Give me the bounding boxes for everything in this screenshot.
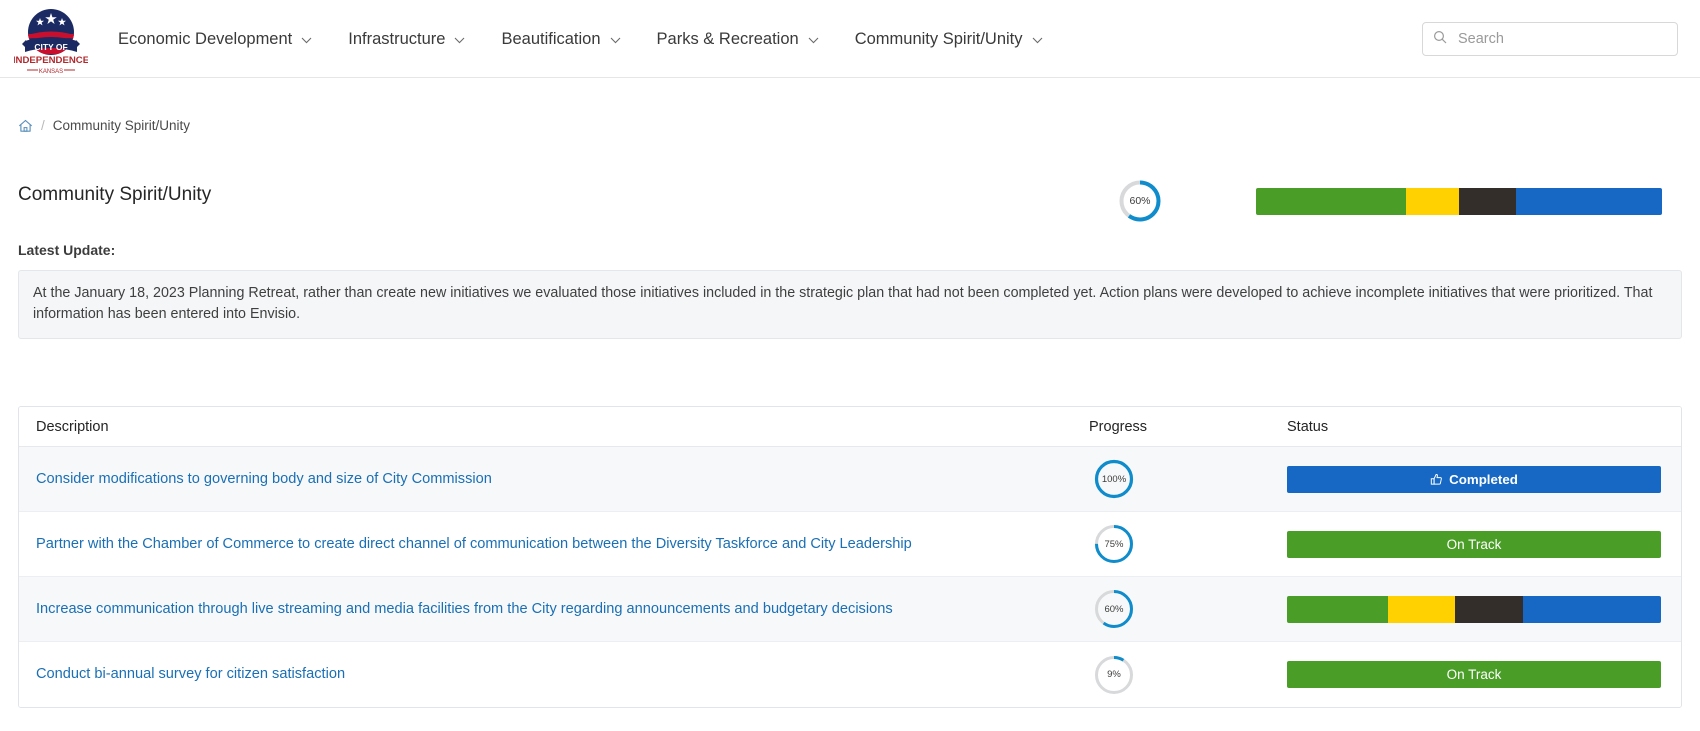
column-header-status: Status xyxy=(1287,418,1329,435)
table-row: Increase communication through live stre… xyxy=(19,577,1681,642)
search-icon xyxy=(1433,30,1447,49)
progress-value: 9% xyxy=(1107,669,1121,680)
table-row: Consider modifications to governing body… xyxy=(19,447,1681,512)
status-cell: On Track xyxy=(1279,530,1679,558)
breadcrumb: / Community Spirit/Unity xyxy=(18,118,190,133)
overall-status-bar xyxy=(1256,188,1662,215)
status-segment-off-track xyxy=(1455,595,1523,623)
breadcrumb-current: Community Spirit/Unity xyxy=(52,118,191,133)
logo-kansas-text: KANSAS xyxy=(39,69,63,75)
progress-donut: 75% xyxy=(1092,522,1136,566)
progress-cell: 75% xyxy=(1089,522,1279,566)
progress-donut: 100% xyxy=(1092,457,1136,501)
overall-progress-value: 60% xyxy=(1129,195,1151,207)
search-box[interactable] xyxy=(1422,22,1678,56)
home-icon[interactable] xyxy=(18,119,33,133)
column-header-progress: Progress xyxy=(1089,418,1148,435)
progress-value: 100% xyxy=(1101,473,1127,485)
city-logo[interactable]: CITY OF INDEPENDENCE KANSAS xyxy=(13,4,90,76)
status-bar[interactable]: Completed xyxy=(1287,465,1661,493)
city-seal-icon: CITY OF INDEPENDENCE KANSAS xyxy=(13,9,90,75)
status-label-text: On Track xyxy=(1446,667,1502,682)
initiatives-table: Description Progress Status Consider mod… xyxy=(18,406,1682,708)
overall-progress-donut: 60% xyxy=(1115,176,1165,226)
table-row: Conduct bi-annual survey for citizen sat… xyxy=(19,642,1681,707)
breadcrumb-separator: / xyxy=(41,118,45,133)
main-navigation: Economic Development Infrastructure Beau… xyxy=(118,0,1079,78)
status-segment-completed xyxy=(1515,188,1662,215)
status-cell: On Track xyxy=(1279,661,1679,688)
nav-label: Economic Development xyxy=(118,29,293,48)
table-header-row: Description Progress Status xyxy=(19,407,1681,447)
status-bar[interactable] xyxy=(1287,595,1661,623)
initiative-link[interactable]: Conduct bi-annual survey for citizen sat… xyxy=(19,654,1089,695)
status-label: On Track xyxy=(1287,531,1661,558)
nav-item-infrastructure[interactable]: Infrastructure xyxy=(348,24,483,55)
chevron-down-icon xyxy=(454,37,465,44)
status-segment-caution xyxy=(1387,595,1456,623)
chevron-down-icon xyxy=(808,37,819,44)
nav-label: Infrastructure xyxy=(348,29,446,48)
latest-update-label: Latest Update: xyxy=(18,242,116,258)
status-segment-off-track xyxy=(1458,188,1516,215)
nav-item-economic-development[interactable]: Economic Development xyxy=(118,24,330,55)
nav-label: Community Spirit/Unity xyxy=(854,29,1023,48)
status-bar[interactable]: On Track xyxy=(1287,530,1661,558)
thumbs-up-icon xyxy=(1430,473,1443,486)
progress-donut: 9% xyxy=(1092,653,1136,697)
nav-item-parks-and-recreation[interactable]: Parks & Recreation xyxy=(657,24,837,55)
column-header-description: Description xyxy=(36,418,109,435)
chevron-down-icon xyxy=(1032,37,1043,44)
status-label-text: On Track xyxy=(1446,536,1502,552)
progress-cell: 100% xyxy=(1089,457,1279,501)
page-header-row: Community Spirit/Unity 60% xyxy=(0,176,1700,226)
chevron-down-icon xyxy=(610,37,621,44)
page-title: Community Spirit/Unity xyxy=(18,184,212,205)
search-input[interactable] xyxy=(1456,30,1667,48)
status-segment-caution xyxy=(1406,188,1459,215)
progress-donut: 60% xyxy=(1092,587,1136,631)
status-label-text: Completed xyxy=(1449,471,1518,487)
status-segment-on-track xyxy=(1256,188,1407,215)
status-cell xyxy=(1279,595,1679,623)
table-body: Consider modifications to governing body… xyxy=(19,447,1681,707)
nav-item-community-spirit-unity[interactable]: Community Spirit/Unity xyxy=(855,24,1061,55)
status-segment-on-track xyxy=(1287,595,1388,623)
progress-cell: 60% xyxy=(1089,587,1279,631)
initiative-link[interactable]: Consider modifications to governing body… xyxy=(19,459,1089,500)
logo-city-of-text: CITY OF xyxy=(34,42,67,52)
progress-value: 60% xyxy=(1104,603,1124,615)
status-segment-completed xyxy=(1522,595,1661,623)
status-label: Completed xyxy=(1287,466,1661,493)
chevron-down-icon xyxy=(301,37,312,44)
progress-cell: 9% xyxy=(1089,653,1279,697)
progress-value: 75% xyxy=(1104,538,1124,550)
status-bar[interactable]: On Track xyxy=(1287,661,1661,688)
nav-item-beautification[interactable]: Beautification xyxy=(501,24,638,55)
nav-label: Beautification xyxy=(501,29,601,48)
status-label: On Track xyxy=(1287,661,1661,688)
status-cell: Completed xyxy=(1279,465,1679,493)
site-header: CITY OF INDEPENDENCE KANSAS Economic Dev… xyxy=(0,0,1700,78)
initiative-link[interactable]: Partner with the Chamber of Commerce to … xyxy=(19,524,1089,565)
latest-update-text: At the January 18, 2023 Planning Retreat… xyxy=(18,270,1682,339)
initiative-link[interactable]: Increase communication through live stre… xyxy=(19,589,1089,630)
logo-independence-text: INDEPENDENCE xyxy=(14,55,88,66)
table-row: Partner with the Chamber of Commerce to … xyxy=(19,512,1681,577)
nav-label: Parks & Recreation xyxy=(656,29,799,48)
